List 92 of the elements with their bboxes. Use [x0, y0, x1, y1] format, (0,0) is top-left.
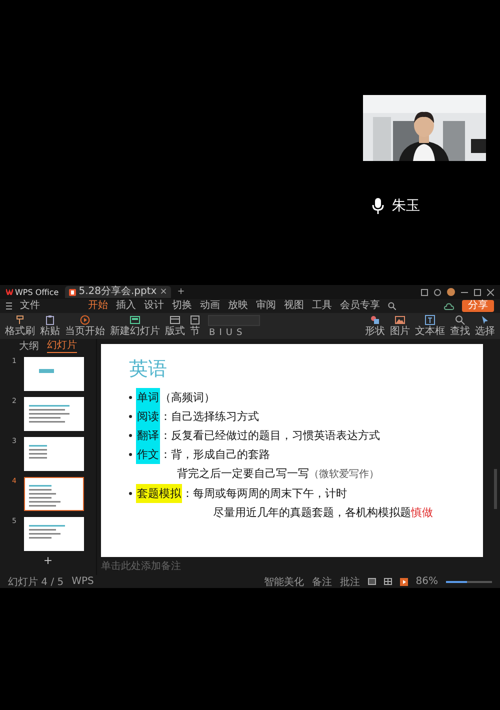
format-button[interactable]: S — [235, 328, 244, 338]
textbox-icon — [425, 315, 435, 325]
clipboard-icon — [45, 315, 55, 325]
close-icon[interactable] — [487, 288, 494, 296]
bullet-text: （高频词） — [160, 390, 215, 406]
menu-tab[interactable]: 插入 — [116, 299, 136, 313]
bullet-icon — [129, 453, 132, 456]
slide-thumbnail[interactable] — [24, 357, 84, 391]
file-tab[interactable]: 5.28分享会.pptx × — [64, 286, 172, 298]
zoom-level[interactable]: 86% — [416, 576, 438, 587]
bullet-text: ：背，形成自己的套路 — [160, 447, 270, 463]
bullet-text: ：反复看已经做过的题目，习惯英语表达方式 — [160, 428, 380, 444]
bullet-icon — [129, 396, 132, 399]
notes-button[interactable]: 备注 — [312, 574, 332, 588]
bullet-icon — [129, 415, 132, 418]
layout-icon — [170, 315, 180, 325]
menu-tab[interactable]: 视图 — [284, 299, 304, 313]
maximize-icon[interactable] — [474, 288, 481, 296]
slide-thumbnail[interactable] — [24, 517, 84, 551]
ribbon-button[interactable]: 节 — [189, 315, 201, 337]
ribbon-button[interactable]: 文本框 — [414, 315, 446, 337]
play-icon[interactable] — [400, 578, 408, 586]
search-icon[interactable] — [388, 302, 396, 310]
comments-button[interactable]: 批注 — [340, 574, 360, 588]
sub-text: 尽量用近几年的真题套题，各机构模拟题 — [213, 506, 411, 519]
window-icon[interactable] — [421, 288, 428, 296]
ribbon-button[interactable]: 粘贴 — [39, 315, 61, 337]
slide-thumbnail[interactable] — [24, 397, 84, 431]
menu-tab[interactable]: 动画 — [200, 299, 220, 313]
bullet-icon — [129, 434, 132, 437]
ribbon-button[interactable]: 选择 — [474, 315, 496, 337]
new-tab-button[interactable]: + — [177, 286, 185, 298]
highlighted-term: 单词 — [136, 388, 160, 407]
menu-tab[interactable]: 会员专享 — [340, 299, 380, 313]
ribbon-button[interactable]: 格式刷 — [4, 315, 36, 337]
app-name: WPS Office — [15, 288, 59, 296]
ribbon-button[interactable]: 查找 — [449, 315, 471, 337]
ribbon-button[interactable]: 当页开始 — [64, 315, 106, 337]
slide-thumbnail[interactable] — [24, 437, 84, 471]
close-tab-button[interactable]: × — [160, 286, 168, 298]
microphone-icon[interactable] — [372, 198, 384, 214]
normal-view-icon[interactable] — [368, 578, 376, 585]
menu-tab[interactable]: 工具 — [312, 299, 332, 313]
sub-text: 背完之后一定要自己写一写 — [177, 467, 309, 480]
image-icon — [395, 315, 405, 325]
bullet-icon — [129, 492, 132, 495]
file-name: 5.28分享会.pptx — [78, 286, 157, 298]
menu-tab[interactable]: 放映 — [228, 299, 248, 313]
search-icon — [455, 315, 465, 325]
beautify-button[interactable]: 智能美化 — [264, 574, 304, 588]
ribbon-button[interactable]: 版式 — [164, 315, 186, 337]
menu-icon[interactable] — [6, 302, 12, 310]
play-icon — [80, 315, 90, 325]
highlighted-term: 套题模拟 — [136, 484, 182, 503]
panel-tab[interactable]: 大纲 — [19, 340, 39, 352]
slide-title: 英语 — [129, 358, 168, 380]
panel-tab[interactable]: 幻灯片 — [47, 339, 77, 353]
format-button[interactable]: B — [208, 328, 216, 338]
brush-icon — [15, 315, 25, 325]
participant-name: 朱玉 — [392, 197, 420, 215]
brand-label[interactable]: WPS — [72, 576, 94, 587]
avatar[interactable] — [447, 288, 455, 296]
menu-tab[interactable]: 设计 — [144, 299, 164, 313]
ribbon-button[interactable]: 新建幻灯片 — [109, 315, 161, 337]
format-button[interactable]: I — [218, 328, 223, 338]
presentation-file-icon — [68, 288, 76, 296]
format-button[interactable]: U — [224, 328, 234, 338]
note-text: （微软爱写作） — [309, 469, 379, 480]
cursor-icon — [480, 315, 490, 325]
add-slide-button[interactable]: + — [43, 555, 53, 567]
file-menu[interactable]: 文件 — [20, 299, 40, 313]
bullet-text: ：自己选择练习方式 — [160, 409, 259, 425]
slide-count: 幻灯片 4 / 5 — [8, 576, 64, 588]
cloud-icon[interactable] — [444, 302, 454, 310]
slide-thumbnail[interactable] — [24, 477, 84, 511]
ribbon-button[interactable]: 形状 — [364, 315, 386, 337]
highlighted-term: 翻译 — [136, 426, 160, 445]
highlighted-term: 阅读 — [136, 407, 160, 426]
app-tab[interactable]: WPS Office — [6, 288, 59, 296]
bullet-text: ：每周或每两周的周末下午，计时 — [182, 486, 347, 502]
ribbon-button[interactable]: 图片 — [389, 315, 411, 337]
font-field[interactable] — [208, 314, 260, 326]
section-icon — [190, 315, 200, 325]
menu-tab[interactable]: 切换 — [172, 299, 192, 313]
highlighted-term: 作文 — [136, 445, 160, 464]
warning-text: 慎做 — [411, 506, 433, 519]
grid-view-icon[interactable] — [384, 578, 392, 585]
logo-icon — [6, 289, 13, 295]
scrollbar-thumb[interactable] — [494, 469, 497, 509]
shape-icon — [370, 315, 380, 325]
menu-tab[interactable]: 审阅 — [256, 299, 276, 313]
slide-icon — [130, 315, 140, 325]
